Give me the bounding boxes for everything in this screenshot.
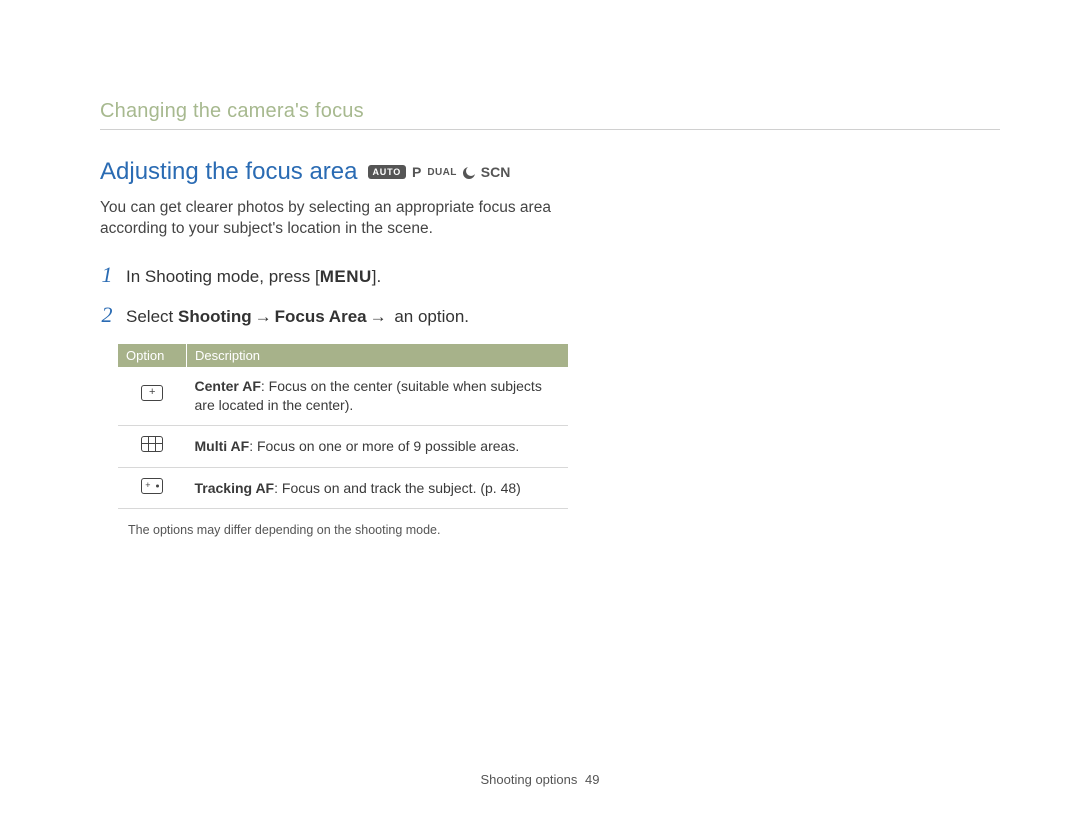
arrow-icon: → <box>367 307 390 327</box>
mode-scn-badge: SCN <box>481 164 511 180</box>
step-text: Select <box>126 307 178 326</box>
menu-path-shooting: Shooting <box>178 307 252 326</box>
step-text-suffix: ]. <box>372 267 381 286</box>
page-title: Adjusting the focus area <box>100 158 358 186</box>
option-icon-cell <box>118 367 187 425</box>
step-text: In Shooting mode, press [ <box>126 267 320 286</box>
table-header-row: Option Description <box>118 344 568 367</box>
table-row: Multi AF: Focus on one or more of 9 poss… <box>118 425 568 467</box>
arrow-icon: → <box>252 307 275 327</box>
divider <box>100 129 1000 130</box>
option-desc: Center AF: Focus on the center (suitable… <box>187 367 569 425</box>
option-name: Center AF <box>195 378 261 394</box>
manual-page: Changing the camera's focus Adjusting th… <box>0 0 1080 815</box>
section-header: Changing the camera's focus <box>100 100 1000 123</box>
step-list: 1 In Shooting mode, press [MENU]. 2 Sele… <box>100 262 660 328</box>
option-text: : Focus on one or more of 9 possible are… <box>249 438 519 454</box>
step-number: 2 <box>100 302 114 328</box>
mode-p-badge: P <box>412 164 421 180</box>
mode-night-icon <box>463 167 475 179</box>
center-af-icon <box>141 385 163 401</box>
step-number: 1 <box>100 262 114 288</box>
option-icon-cell <box>118 467 187 509</box>
menu-path-focus-area: Focus Area <box>275 307 367 326</box>
table-row: Tracking AF: Focus on and track the subj… <box>118 467 568 509</box>
intro-text: You can get clearer photos by selecting … <box>100 198 600 240</box>
mode-auto-badge: AUTO <box>368 165 407 179</box>
table-row: Center AF: Focus on the center (suitable… <box>118 367 568 425</box>
option-desc: Tracking AF: Focus on and track the subj… <box>187 467 569 509</box>
menu-key: MENU <box>320 267 372 286</box>
col-option: Option <box>118 344 187 367</box>
step-text-suffix: an option. <box>390 307 469 326</box>
step-2: 2 Select Shooting → Focus Area → an opti… <box>100 302 660 328</box>
footer-label: Shooting options <box>481 772 578 787</box>
page-footer: Shooting options 49 <box>0 772 1080 787</box>
mode-dual-badge: DUAL <box>427 167 456 178</box>
page-number: 49 <box>585 772 599 787</box>
option-name: Tracking AF <box>195 480 275 496</box>
tracking-af-icon <box>141 478 163 494</box>
mode-badges: AUTO P DUAL SCN <box>368 164 511 180</box>
step-1: 1 In Shooting mode, press [MENU]. <box>100 262 660 288</box>
footnote: The options may differ depending on the … <box>128 523 1000 537</box>
title-row: Adjusting the focus area AUTO P DUAL SCN <box>100 158 1000 186</box>
step-body: In Shooting mode, press [MENU]. <box>126 267 381 287</box>
options-table: Option Description Center AF: Focus on t… <box>118 344 568 510</box>
option-name: Multi AF <box>195 438 250 454</box>
option-icon-cell <box>118 425 187 467</box>
step-body: Select Shooting → Focus Area → an option… <box>126 307 469 327</box>
multi-af-icon <box>141 436 163 452</box>
option-desc: Multi AF: Focus on one or more of 9 poss… <box>187 425 569 467</box>
col-description: Description <box>187 344 569 367</box>
option-text: : Focus on and track the subject. (p. 48… <box>274 480 521 496</box>
